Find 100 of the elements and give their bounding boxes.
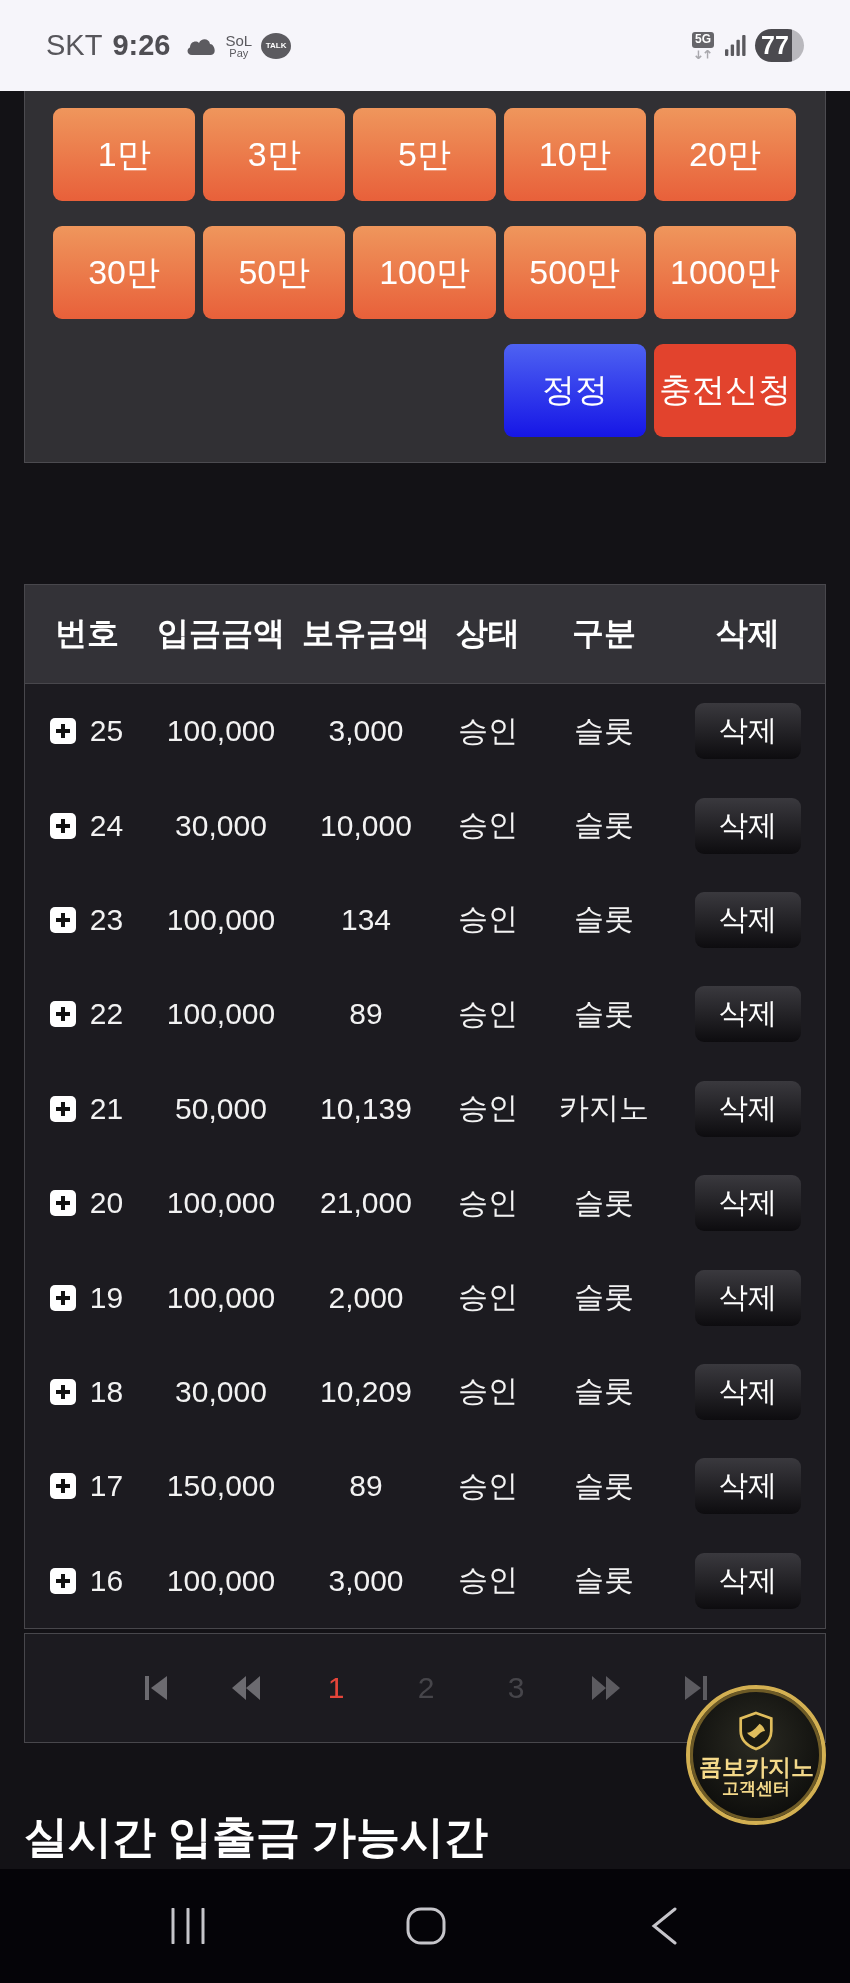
table-cell-text: 승인 [458,1373,518,1410]
delete-button[interactable]: 삭제 [694,1175,801,1232]
last-page-icon[interactable] [685,1675,707,1700]
table-cell-text: 슬롯 [574,712,634,749]
table-cell-text: 승인 [458,807,518,844]
expand-icon[interactable] [49,1284,76,1311]
delete-button[interactable]: 삭제 [694,1363,801,1420]
shield-icon [738,1711,774,1751]
expand-icon[interactable] [49,1567,76,1594]
table-cell: 19 [89,1280,124,1315]
request-button[interactable]: 충전신청 [653,344,796,437]
section-heading: 실시간 입출금 가능시간 [24,1810,490,1863]
table-cell: 30,000 [175,1374,267,1409]
network-type-label: 5G [692,32,714,48]
table-cell: 100,000 [166,1280,276,1315]
delete-button[interactable]: 삭제 [694,1080,801,1137]
table-cell-text: 승인 [458,1090,518,1127]
page-link[interactable]: 1 [327,1670,345,1705]
amount-button[interactable]: 10만 [503,108,646,201]
amount-button[interactable]: 1000만 [653,226,796,319]
column-header: 보유금액 [302,614,430,653]
amount-button[interactable]: 20만 [653,108,796,201]
table-cell: 100,000 [166,902,276,937]
table-cell: 21,000 [320,1186,412,1221]
table-cell-text: 승인 [458,995,518,1032]
table-cell-text: 카지노 [559,1090,649,1127]
amount-button[interactable]: 30만 [53,226,196,319]
table-cell: 10,000 [320,808,412,843]
battery-indicator: 77 [755,29,804,62]
table-cell-text: 슬롯 [574,995,634,1032]
delete-button[interactable]: 삭제 [694,1269,801,1326]
delete-button[interactable]: 삭제 [694,703,801,760]
table-cell: 24 [89,808,124,843]
delete-button[interactable]: 삭제 [694,891,801,948]
expand-icon[interactable] [49,718,76,745]
first-page-icon[interactable] [145,1675,167,1700]
table-cell: 100,000 [166,997,276,1032]
home-icon[interactable] [406,1907,446,1945]
recent-apps-icon[interactable] [170,1908,206,1944]
previous-page-icon[interactable] [232,1675,260,1700]
table-cell: 30,000 [175,808,267,843]
table-cell-text: 승인 [458,901,518,938]
table-cell-text: 슬롯 [574,1373,634,1410]
amount-button[interactable]: 1만 [53,108,196,201]
table-cell: 3,000 [328,1563,404,1598]
expand-icon[interactable] [49,1001,76,1028]
column-header: 삭제 [715,614,780,653]
table-cell: 89 [349,997,383,1032]
table-cell: 20 [89,1186,124,1221]
table-cell: 150,000 [166,1469,276,1504]
table-cell-text: 슬롯 [574,1279,634,1316]
expand-icon[interactable] [49,1190,76,1217]
table-cell-text: 슬롯 [574,901,634,938]
amount-button[interactable]: 3만 [203,108,346,201]
table-cell-text: 슬롯 [574,1562,634,1599]
cloud-icon [186,36,217,55]
column-header: 번호 [54,614,119,653]
delete-button[interactable]: 삭제 [694,797,801,854]
table-cell: 134 [340,902,392,937]
delete-button[interactable]: 삭제 [694,1552,801,1609]
delete-button[interactable]: 삭제 [694,986,801,1043]
table-cell: 100,000 [166,1186,276,1221]
table-cell: 3,000 [328,714,404,749]
pay-app-label: Pay [229,47,249,59]
expand-icon[interactable] [49,1378,76,1405]
table-cell-text: 승인 [458,1467,518,1504]
badge-title: 콤보카지노 [698,1755,814,1781]
table-cell-text: 슬롯 [574,1467,634,1504]
signal-icon [725,35,746,56]
expand-icon[interactable] [49,812,76,839]
next-page-icon[interactable] [592,1675,620,1700]
table-cell: 50,000 [175,1091,267,1126]
table-cell: 18 [89,1374,124,1409]
correct-button[interactable]: 정정 [503,344,646,437]
column-header: 구분 [572,614,636,653]
table-cell: 100,000 [166,1563,276,1598]
table-cell: 17 [89,1469,124,1504]
expand-icon[interactable] [49,906,76,933]
delete-button[interactable]: 삭제 [694,1458,801,1515]
amount-button[interactable]: 50만 [203,226,346,319]
support-badge[interactable]: 콤보카지노 고객센터 [686,1685,826,1825]
table-cell: 100,000 [166,714,276,749]
column-header: 입금금액 [157,614,285,653]
table-cell: 22 [89,997,124,1032]
table-cell: 2,000 [328,1280,404,1315]
table-cell: 10,209 [320,1374,412,1409]
amount-button[interactable]: 500만 [503,226,646,319]
table-cell-text: 승인 [458,1184,518,1221]
amount-button[interactable]: 100만 [353,226,496,319]
badge-subtitle: 고객센터 [722,1780,790,1799]
table-cell: 16 [89,1563,124,1598]
table-cell-text: 승인 [458,1562,518,1599]
amount-button[interactable]: 5만 [353,108,496,201]
pay-app-label: SoL [225,32,253,48]
table-cell: 10,139 [320,1091,412,1126]
back-icon[interactable] [651,1907,677,1945]
column-header: 상태 [456,614,520,653]
expand-icon[interactable] [49,1473,76,1500]
table-cell-text: 승인 [458,1279,518,1316]
expand-icon[interactable] [49,1095,76,1122]
